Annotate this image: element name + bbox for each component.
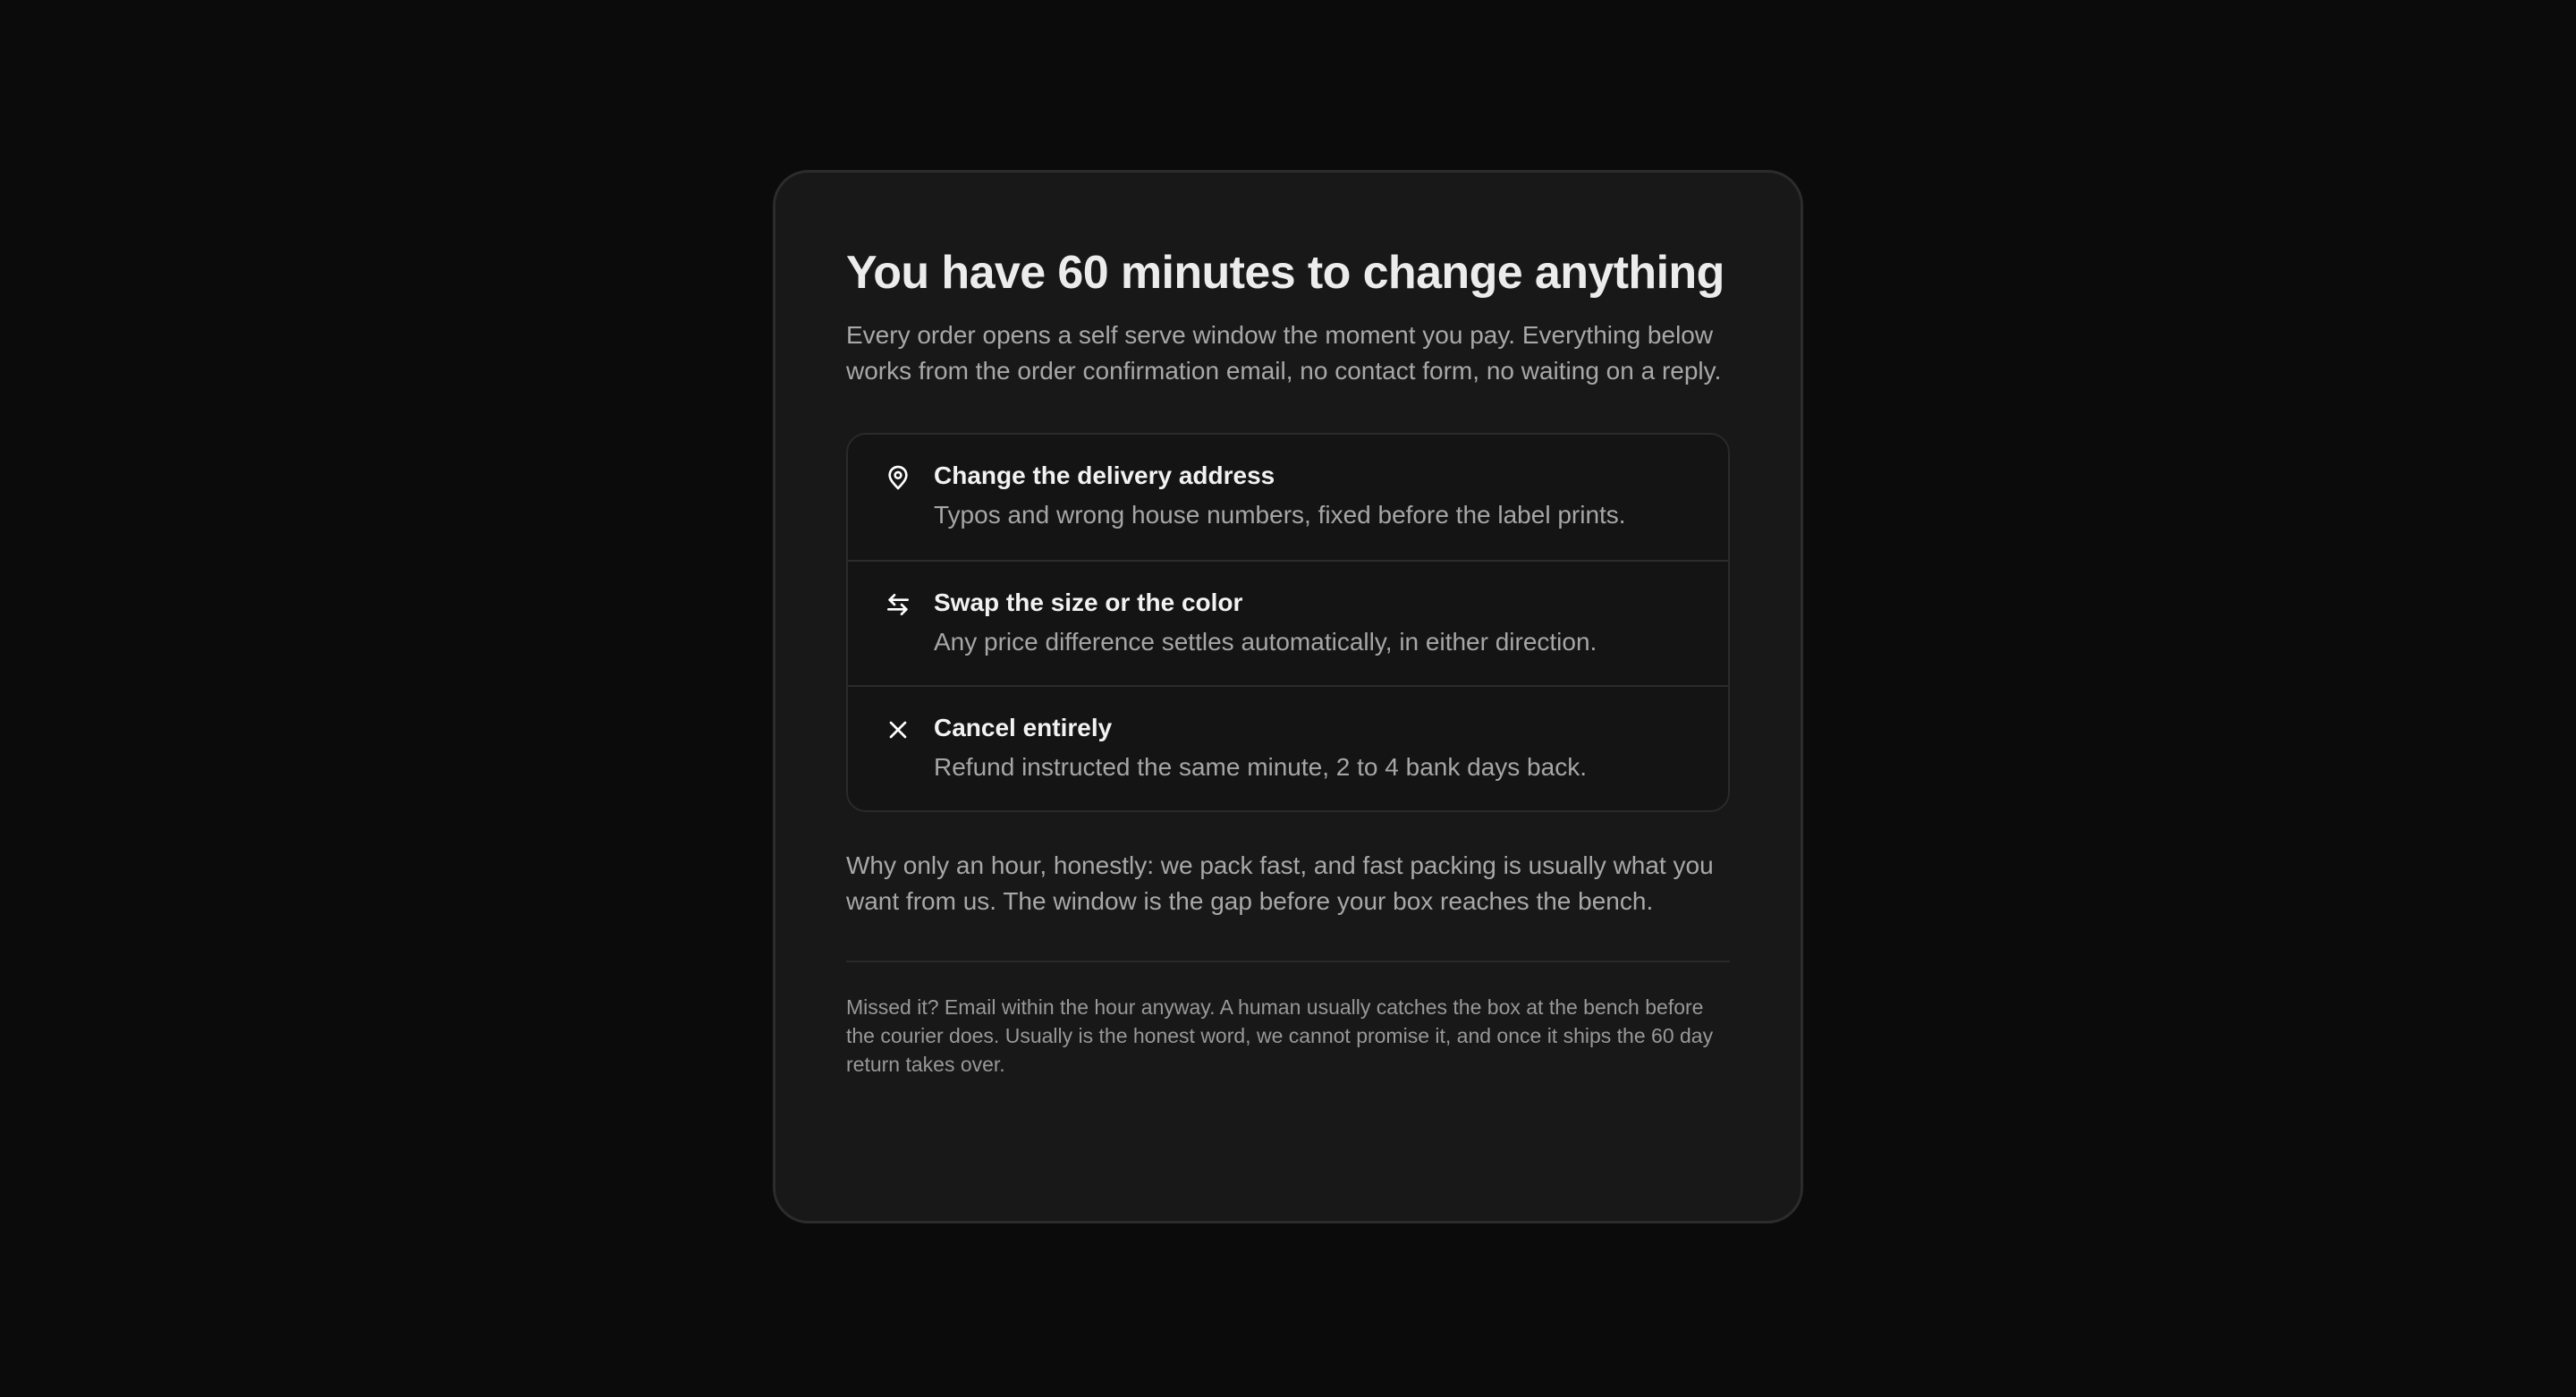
option-description: Refund instructed the same minute, 2 to … <box>934 753 1587 781</box>
card-title: You have 60 minutes to change anything <box>846 247 1724 299</box>
swap-arrows-icon <box>884 590 912 619</box>
option-change-address[interactable]: Change the delivery address Typos and wr… <box>848 435 1728 560</box>
map-pin-icon <box>884 463 912 492</box>
option-swap-size-color[interactable]: Swap the size or the color Any price dif… <box>848 560 1728 685</box>
intro-text: Every order opens a self serve window th… <box>846 321 1722 385</box>
option-description: Any price difference settles automatical… <box>934 628 1597 656</box>
why-text: Why only an hour, honestly: we pack fast… <box>846 851 1714 915</box>
option-cancel[interactable]: Cancel entirely Refund instructed the sa… <box>848 685 1728 810</box>
divider <box>846 961 1730 962</box>
options-list: Change the delivery address Typos and wr… <box>846 433 1730 812</box>
footnote-text: Missed it? Email within the hour anyway.… <box>846 995 1714 1076</box>
info-card: You have 60 minutes to change anything E… <box>773 170 1803 1223</box>
option-description: Typos and wrong house numbers, fixed bef… <box>934 501 1626 529</box>
option-title: Cancel entirely <box>934 714 1113 741</box>
close-icon <box>884 715 912 744</box>
option-title: Swap the size or the color <box>934 588 1243 616</box>
option-title: Change the delivery address <box>934 461 1275 489</box>
